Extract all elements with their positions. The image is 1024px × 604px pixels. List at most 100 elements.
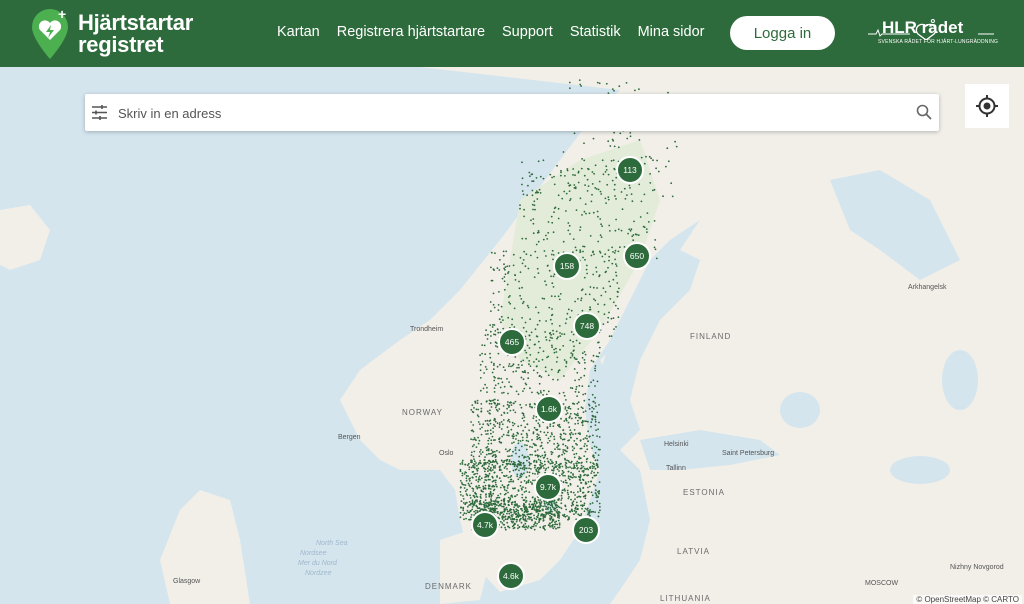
aed-dot	[470, 421, 472, 423]
aed-dot	[561, 465, 564, 468]
aed-dot	[507, 418, 510, 421]
nav-registrera[interactable]: Registrera hjärtstartare	[337, 24, 485, 40]
aed-dot	[536, 435, 539, 438]
nav-support[interactable]: Support	[502, 24, 553, 40]
aed-dot	[565, 462, 568, 465]
aed-dot	[540, 376, 543, 378]
aed-dot	[552, 378, 554, 381]
aed-dot	[547, 508, 549, 510]
aed-dot	[459, 486, 462, 489]
aed-dot	[460, 500, 463, 502]
aed-dot	[520, 514, 522, 517]
aed-dot	[496, 496, 499, 499]
aed-dot	[522, 516, 524, 519]
cluster-marker[interactable]: 650	[623, 242, 651, 270]
aed-dot	[573, 509, 576, 512]
nav-statistik[interactable]: Statistik	[570, 24, 621, 40]
aed-dot	[553, 502, 556, 504]
site-logo[interactable]: + Hjärtstartar registret	[30, 6, 220, 62]
aed-dot	[518, 366, 520, 369]
cluster-marker[interactable]: 748	[573, 312, 601, 340]
aed-dot	[587, 185, 590, 187]
aed-dot	[536, 516, 539, 519]
cluster-marker[interactable]: 203	[572, 516, 600, 544]
aed-dot	[500, 421, 503, 423]
aed-dot	[555, 361, 558, 363]
aed-dot	[565, 508, 568, 511]
aed-dot	[607, 316, 610, 319]
cluster-marker[interactable]: 4.6k	[497, 562, 525, 590]
aed-dot	[522, 300, 525, 303]
aed-dot	[505, 489, 508, 492]
cluster-marker[interactable]: 4.7k	[471, 511, 499, 539]
aed-dot	[528, 491, 531, 493]
aed-dot	[598, 180, 601, 183]
aed-dot	[508, 470, 511, 473]
aed-dot	[582, 471, 585, 473]
filter-sliders-icon[interactable]	[91, 104, 108, 121]
aed-dot	[585, 435, 588, 437]
aed-dot	[541, 454, 544, 457]
hlr-radet-logo[interactable]: HLR rådet SVENSKA RÅDET FÖR HJÄRT-LUNGRÄ…	[868, 18, 998, 48]
aed-dot	[615, 274, 618, 277]
nav-kartan[interactable]: Kartan	[277, 24, 320, 40]
cluster-marker[interactable]: 1.6k	[535, 395, 563, 423]
aed-dot	[504, 465, 507, 468]
aed-dot	[516, 466, 519, 468]
aed-dot	[493, 503, 496, 505]
aed-dot	[493, 511, 496, 514]
aed-dot	[675, 145, 678, 148]
aed-dot	[531, 519, 533, 522]
cluster-marker[interactable]: 113	[616, 156, 644, 184]
aed-dot	[590, 491, 593, 494]
aed-dot	[598, 346, 601, 349]
aed-dot	[525, 525, 527, 528]
aed-dot	[590, 421, 593, 424]
aed-dot	[532, 415, 535, 417]
aed-dot	[563, 375, 565, 377]
address-search-input[interactable]	[116, 94, 910, 133]
cluster-marker[interactable]: 465	[498, 328, 526, 356]
aed-dot	[526, 444, 528, 447]
cluster-marker[interactable]: 158	[553, 252, 581, 280]
aed-dot	[523, 472, 525, 475]
aed-dot	[491, 504, 493, 507]
aed-dot	[564, 444, 567, 447]
nav-mina-sidor[interactable]: Mina sidor	[638, 24, 705, 40]
aed-dot	[535, 419, 538, 422]
map-attribution[interactable]: © OpenStreetMap © CARTO	[913, 595, 1022, 604]
aed-dot	[557, 295, 560, 298]
aed-dot	[538, 188, 541, 191]
login-button[interactable]: Logga in	[730, 16, 835, 50]
aed-dot	[570, 431, 573, 434]
aed-dot	[519, 403, 522, 406]
aed-dot	[531, 482, 533, 485]
aed-dot	[500, 480, 502, 482]
aed-dot	[618, 85, 621, 88]
aed-dot	[592, 273, 595, 276]
aed-dot	[504, 528, 507, 531]
aed-dot	[488, 492, 490, 495]
aed-dot	[504, 268, 506, 271]
aed-dot	[533, 509, 536, 511]
aed-dot	[551, 462, 553, 465]
aed-dot	[524, 519, 527, 522]
aed-dot	[485, 479, 488, 482]
locate-me-button[interactable]	[965, 84, 1009, 128]
aed-dot	[485, 329, 487, 332]
aed-dot	[558, 448, 561, 451]
aed-dot	[604, 171, 607, 173]
aed-dot	[533, 514, 535, 517]
aed-dot	[501, 423, 504, 426]
aed-dot	[508, 402, 511, 404]
aed-dot	[531, 472, 534, 475]
aed-dot	[561, 453, 563, 456]
aed-dot	[475, 485, 478, 488]
cluster-marker[interactable]: 9.7k	[534, 473, 562, 501]
aed-dot	[569, 339, 572, 342]
aed-dot	[618, 287, 620, 290]
aed-dot	[591, 171, 594, 173]
search-icon[interactable]	[916, 104, 932, 120]
aed-dot	[576, 395, 578, 397]
aed-dot	[505, 459, 508, 462]
